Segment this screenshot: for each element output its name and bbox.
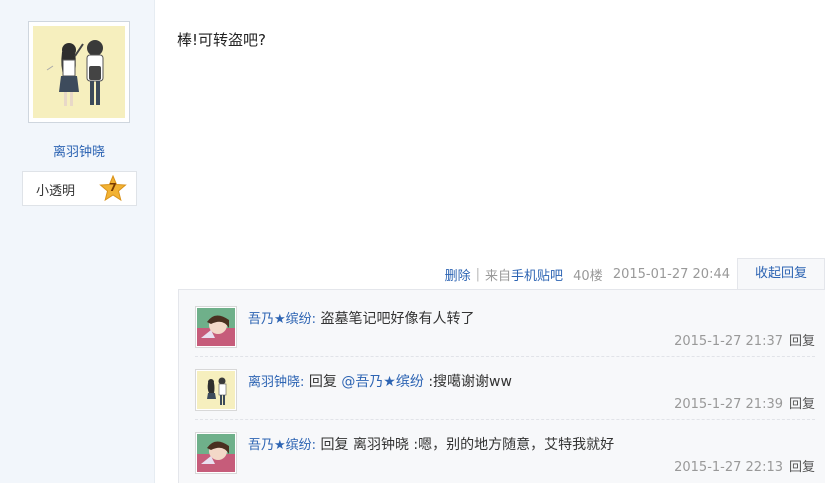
post-timestamp: 2015-01-27 20:44 bbox=[612, 267, 730, 282]
post-content: 棒!可转盗吧? bbox=[177, 31, 266, 49]
reply-button[interactable]: 回复 bbox=[789, 397, 815, 412]
reply-timestamp: 2015-1-27 22:13 bbox=[674, 460, 783, 475]
author-name[interactable]: 离羽钟晓 bbox=[0, 141, 158, 160]
reply-text: 吾乃★缤纷: 盗墓笔记吧好像有人转了 bbox=[248, 308, 475, 328]
reply-avatar[interactable] bbox=[195, 369, 237, 411]
post-meta: 删除 | 来自手机贴吧 40楼 2015-01-27 20:44 bbox=[445, 265, 730, 284]
reply-meta: 2015-1-27 22:13 回复 bbox=[674, 456, 815, 475]
reply-username[interactable]: 吾乃★缤纷 bbox=[248, 438, 312, 453]
delete-link[interactable]: 删除 bbox=[445, 269, 471, 284]
reply-prefix: 回复 bbox=[304, 374, 342, 390]
reply-avatar-image bbox=[197, 308, 235, 346]
reply-content: 回复 离羽钟晓 :嗯，别的地方随意，艾特我就好 bbox=[316, 437, 615, 453]
author-avatar[interactable] bbox=[28, 21, 130, 123]
reply-username[interactable]: 离羽钟晓 bbox=[248, 375, 300, 390]
reply-timestamp: 2015-1-27 21:37 bbox=[674, 334, 783, 349]
author-sidebar: 离羽钟晓 小透明 7 bbox=[0, 0, 155, 483]
list-item: 吾乃★缤纷: 回复 离羽钟晓 :嗯，别的地方随意，艾特我就好 2015-1-27… bbox=[195, 432, 815, 483]
author-avatar-image bbox=[33, 26, 125, 118]
reply-avatar-image bbox=[197, 371, 235, 409]
collapse-replies-button[interactable]: 收起回复 bbox=[737, 258, 825, 290]
reply-avatar-image bbox=[197, 434, 235, 472]
reply-content: 盗墓笔记吧好像有人转了 bbox=[316, 311, 475, 327]
list-item: 离羽钟晓: 回复 @吾乃★缤纷 :搜噶谢谢ww 2015-1-27 21:39 回… bbox=[195, 369, 815, 420]
reply-avatar[interactable] bbox=[195, 432, 237, 474]
replies-panel: 吾乃★缤纷: 盗墓笔记吧好像有人转了 2015-1-27 21:37 回复 离羽钟… bbox=[178, 289, 825, 483]
post-tail: 删除 | 来自手机贴吧 40楼 2015-01-27 20:44 收起回复 bbox=[0, 258, 825, 290]
reply-button[interactable]: 回复 bbox=[789, 334, 815, 349]
separator: | bbox=[475, 267, 480, 282]
reply-avatar[interactable] bbox=[195, 306, 237, 348]
reply-mention-link[interactable]: @吾乃★缤纷 bbox=[341, 374, 424, 390]
from-source-link[interactable]: 手机贴吧 bbox=[511, 269, 563, 284]
reply-username[interactable]: 吾乃★缤纷 bbox=[248, 312, 312, 327]
reply-text: 吾乃★缤纷: 回复 离羽钟晓 :嗯，别的地方随意，艾特我就好 bbox=[248, 434, 614, 454]
floor-number: 40楼 bbox=[573, 269, 603, 284]
reply-text: 离羽钟晓: 回复 @吾乃★缤纷 :搜噶谢谢ww bbox=[248, 371, 512, 391]
level-number: 7 bbox=[109, 181, 117, 194]
from-prefix: 来自 bbox=[484, 269, 511, 284]
reply-meta: 2015-1-27 21:37 回复 bbox=[674, 330, 815, 349]
level-title: 小透明 bbox=[36, 184, 76, 199]
level-star-icon: 7 bbox=[99, 175, 127, 203]
reply-timestamp: 2015-1-27 21:39 bbox=[674, 397, 783, 412]
reply-button[interactable]: 回复 bbox=[789, 460, 815, 475]
list-item: 吾乃★缤纷: 盗墓笔记吧好像有人转了 2015-1-27 21:37 回复 bbox=[195, 306, 815, 357]
reply-meta: 2015-1-27 21:39 回复 bbox=[674, 393, 815, 412]
reply-content: :搜噶谢谢ww bbox=[423, 374, 512, 390]
level-badge[interactable]: 小透明 7 bbox=[22, 171, 137, 206]
